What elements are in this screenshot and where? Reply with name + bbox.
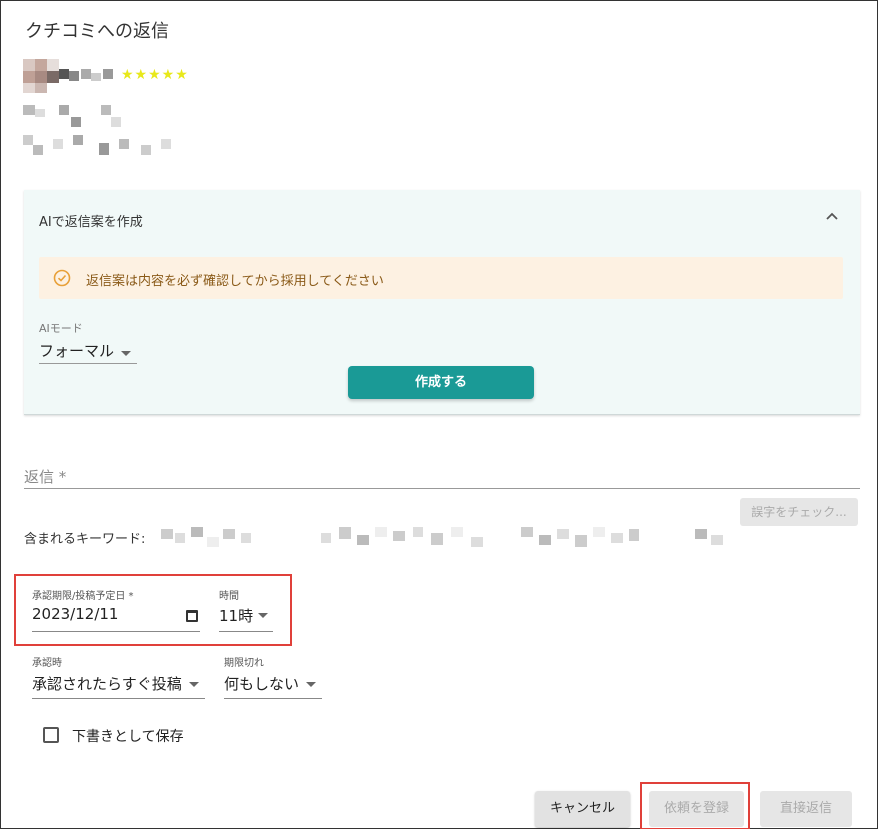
keywords-label: 含まれるキーワード: (24, 532, 146, 547)
reply-dialog: クチコミへの返信 ★★★★★ AIで返信案を作成 返信案は内容を必ず確認してから… (0, 0, 878, 829)
cancel-button[interactable]: キャンセル (535, 791, 630, 827)
on-approve-underline (32, 698, 205, 699)
rating-stars: ★★★★★ (121, 67, 189, 83)
date-field-underline (32, 631, 200, 632)
dropdown-arrow-icon (258, 613, 268, 618)
create-draft-button[interactable]: 作成する (348, 366, 534, 399)
ai-reply-panel: AIで返信案を作成 返信案は内容を必ず確認してから採用してください AIモード … (24, 190, 860, 415)
ai-mode-value: フォーマル (39, 342, 115, 360)
date-field-label: 承認期限/投稿予定日 * (32, 591, 134, 602)
reviewer-name-redacted (59, 67, 119, 83)
time-field-underline (219, 631, 273, 632)
dropdown-arrow-icon (306, 682, 316, 687)
ai-mode-label: AIモード (39, 322, 83, 335)
reviewer-avatar-redacted (23, 59, 59, 93)
on-approve-select[interactable]: 承認されたらすぐ投稿 (32, 673, 182, 694)
reply-field-label: 返信 * (24, 468, 67, 486)
chevron-up-icon[interactable] (824, 208, 840, 224)
dropdown-arrow-icon (189, 682, 199, 687)
dropdown-arrow-icon (121, 351, 131, 356)
review-date-redacted (23, 105, 133, 129)
on-expire-underline (224, 698, 322, 699)
save-draft-label: 下書きとして保存 (72, 729, 184, 745)
reply-input[interactable] (24, 488, 860, 489)
calendar-icon[interactable] (186, 610, 198, 622)
save-draft-checkbox[interactable] (43, 727, 59, 743)
dialog-title: クチコミへの返信 (25, 21, 169, 42)
review-text-redacted (23, 135, 173, 159)
ai-notice-banner: 返信案は内容を必ず確認してから採用してください (39, 257, 843, 299)
time-field-label: 時間 (219, 591, 239, 602)
ai-panel-title: AIで返信案を作成 (39, 215, 143, 230)
keywords-redacted (161, 525, 731, 555)
date-field-value[interactable]: 2023/12/11 (32, 605, 118, 623)
on-approve-label: 承認時 (32, 658, 62, 669)
direct-reply-button[interactable]: 直接返信 (760, 791, 852, 827)
register-highlight-box (640, 782, 750, 829)
time-field-value[interactable]: 11時 (219, 605, 253, 626)
ai-notice-text: 返信案は内容を必ず確認してから採用してください (86, 274, 384, 289)
ai-mode-select[interactable]: フォーマル (39, 338, 137, 364)
spellcheck-button[interactable]: 誤字をチェック... (740, 498, 858, 526)
check-circle-icon (53, 269, 71, 287)
on-expire-label: 期限切れ (224, 658, 264, 669)
on-expire-select[interactable]: 何もしない (224, 673, 299, 694)
